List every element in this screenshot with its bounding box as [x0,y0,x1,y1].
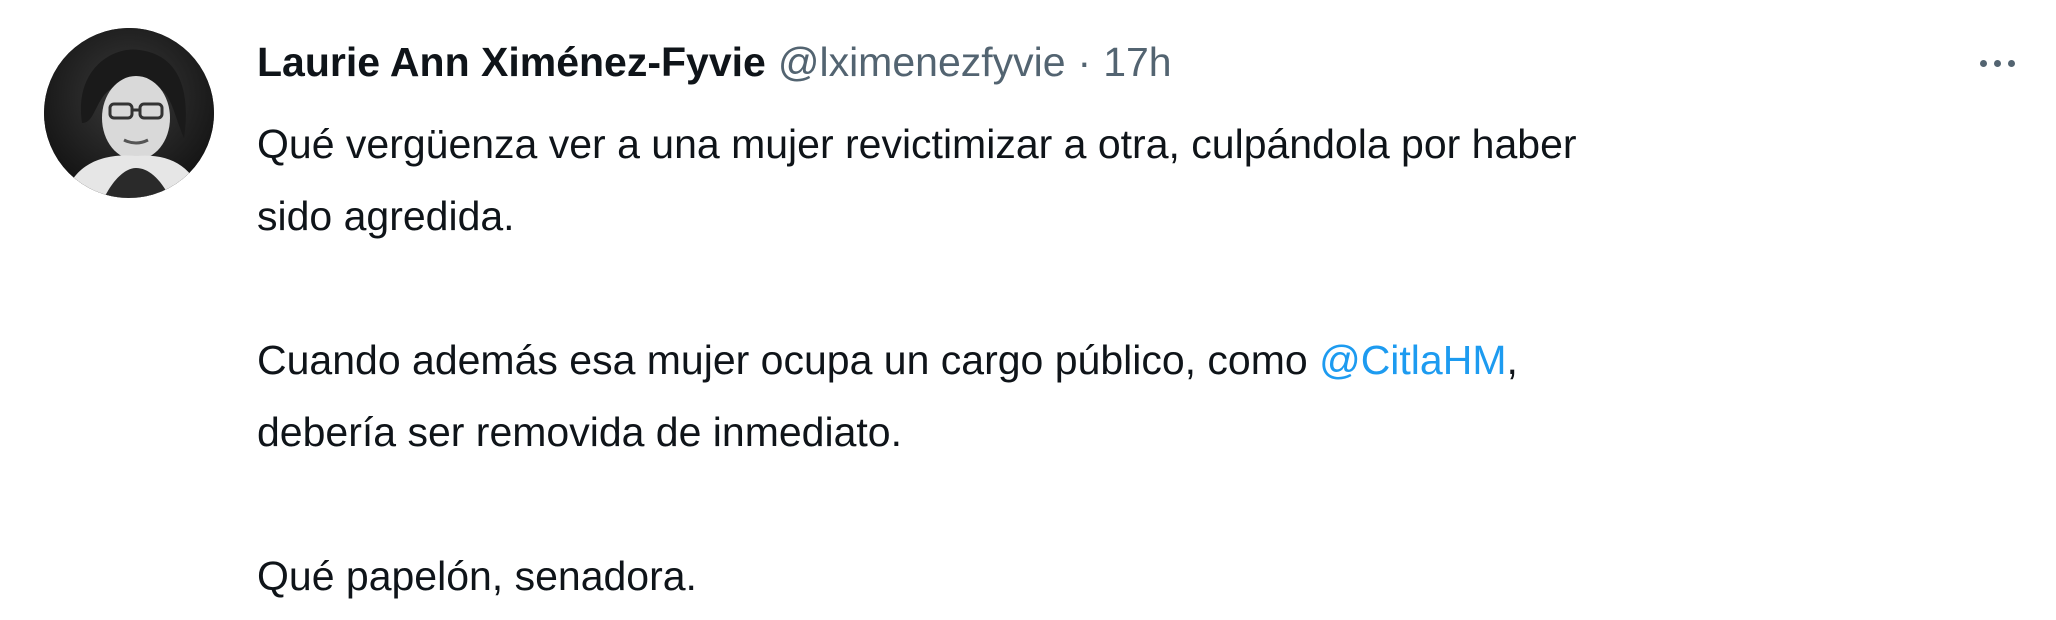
tweet-line: Cuando además esa mujer ocupa un cargo p… [257,337,1320,383]
tweet-line: debería ser removida de inmediato. [257,409,902,455]
tweet-paragraph: Qué vergüenza ver a una mujer revictimiz… [257,108,1977,252]
tweet-timestamp[interactable]: 17h [1103,30,1171,94]
tweet-paragraph: Qué papelón, senadora. [257,540,1977,612]
header-separator: · [1077,39,1092,85]
author-handle[interactable]: @lximenezfyvie [778,30,1066,94]
avatar[interactable] [44,28,214,198]
author-name[interactable]: Laurie Ann Ximénez-Fyvie [257,30,766,94]
tweet-punctuation: , [1506,337,1518,383]
tweet-text: Qué vergüenza ver a una mujer revictimiz… [257,108,1977,612]
tweet-line: Qué papelón, senadora. [257,553,697,599]
tweet-line: Qué vergüenza ver a una mujer revictimiz… [257,121,1577,167]
avatar-photo-icon [44,28,214,198]
tweet-paragraph: Cuando además esa mujer ocupa un cargo p… [257,324,1977,468]
more-options-button[interactable] [1965,38,2029,88]
more-horizontal-icon [1979,59,1987,67]
tweet-header: Laurie Ann Ximénez-Fyvie @lximenezfyvie … [257,30,1172,94]
tweet[interactable]: Laurie Ann Ximénez-Fyvie @lximenezfyvie … [0,0,2056,620]
tweet-line: sido agredida. [257,193,515,239]
mention-link[interactable]: @CitlaHM [1319,337,1506,383]
more-dot [1993,59,2001,67]
more-dot [2007,59,2015,67]
